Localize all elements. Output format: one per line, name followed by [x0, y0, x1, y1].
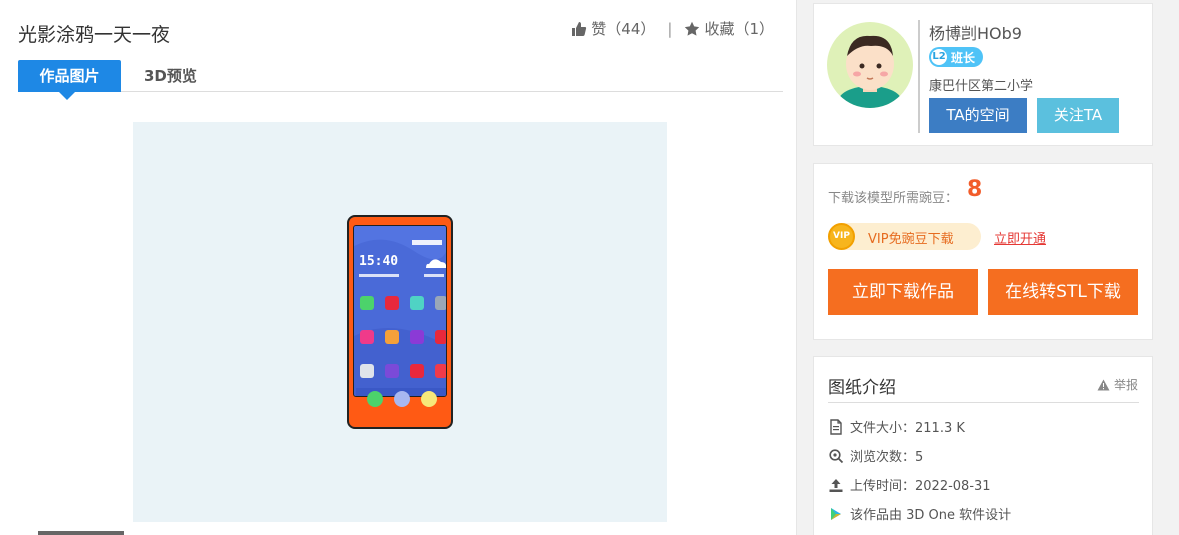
author-avatar[interactable] [827, 22, 913, 108]
vip-open-link[interactable]: 立即开通 [994, 228, 1046, 247]
view-icon [829, 448, 844, 463]
work-main-panel: 光影涂鸦一天一夜 赞（44） | 收藏（1） 作品图片 3D预览 15:40 [0, 0, 797, 535]
info-row-upload-time: 上传时间：2022-08-31 [828, 475, 991, 494]
thumbs-up-icon [572, 21, 587, 36]
phone-screen: 15:40 [353, 225, 447, 397]
avatar-graphic [838, 35, 902, 108]
tab-work-image[interactable]: 作品图片 [18, 60, 121, 100]
author-level-badge: L2 班长 [929, 47, 984, 67]
report-label: 举报 [1113, 378, 1138, 392]
author-card: 杨博剀HOb9 L2 班长 康巴什区第二小学 TA的空间 关注TA [813, 3, 1153, 146]
vip-free-label: VIP免豌豆下载 [868, 232, 954, 247]
work-title: 光影涂鸦一天一夜 [18, 24, 171, 46]
author-space-button[interactable]: TA的空间 [929, 98, 1027, 133]
like-button[interactable]: 赞（44） [571, 18, 655, 39]
favorite-button[interactable]: 收藏（1） [684, 18, 774, 39]
download-cost-value: 8 [967, 177, 983, 202]
warning-icon [1097, 379, 1110, 390]
star-icon [685, 21, 700, 36]
phone-time-display: 15:40 [359, 254, 399, 269]
follow-button[interactable]: 关注TA [1037, 98, 1119, 133]
phone-dock-graphic [367, 391, 437, 407]
vip-free-download[interactable]: VIP VIP免豌豆下载 [828, 223, 981, 250]
info-file-size: 文件大小：211.3 K [850, 421, 965, 436]
phone-drawing: 15:40 [347, 215, 453, 429]
info-row-views: 浏览次数：5 [828, 446, 923, 465]
info-software: 该作品由 3D One 软件设计 [850, 508, 1012, 523]
author-name[interactable]: 杨博剀HOb9 [929, 20, 1022, 44]
info-upload-time: 上传时间：2022-08-31 [850, 479, 991, 494]
level-icon: L2 [931, 49, 947, 65]
info-view-count: 浏览次数：5 [850, 450, 924, 465]
work-actions: 赞（44） | 收藏（1） [571, 18, 774, 39]
info-row-file-size: 文件大小：211.3 K [828, 417, 965, 436]
action-separator: | [667, 19, 673, 38]
phone-screen-graphic [354, 226, 446, 396]
file-icon [830, 418, 842, 435]
author-divider [918, 20, 920, 133]
software-icon [831, 507, 841, 520]
info-title: 图纸介绍 [828, 378, 896, 398]
convert-stl-button[interactable]: 在线转STL下载 [988, 269, 1138, 315]
author-role: 班长 [951, 50, 976, 65]
work-image-preview[interactable]: 15:40 [133, 122, 667, 522]
upload-icon [829, 478, 843, 492]
info-divider [828, 402, 1139, 403]
report-link[interactable]: 举报 [1097, 376, 1138, 393]
like-label: 赞（44） [591, 20, 656, 38]
download-cost-label: 下载该模型所需豌豆： [828, 191, 959, 206]
favorite-label: 收藏（1） [704, 20, 774, 38]
author-school: 康巴什区第二小学 [929, 79, 1034, 94]
tab-3d-preview[interactable]: 3D预览 [144, 60, 197, 92]
info-row-software: 该作品由 3D One 软件设计 [828, 504, 1011, 523]
vip-coin-icon: VIP [828, 223, 855, 250]
download-card: 下载该模型所需豌豆： 8 VIP VIP免豌豆下载 立即开通 立即下载作品 在线… [813, 163, 1153, 340]
thumbnail-indicator[interactable] [38, 531, 124, 535]
model-info-card: 图纸介绍 举报 文件大小：211.3 K 浏览次数：5 上传时间：2022-08… [813, 356, 1153, 535]
image-tabs: 作品图片 3D预览 [18, 60, 783, 100]
download-work-button[interactable]: 立即下载作品 [828, 269, 978, 315]
